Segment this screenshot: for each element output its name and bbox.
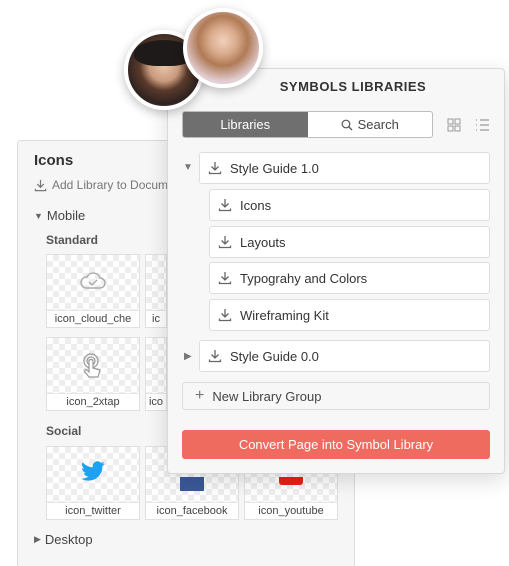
section-mobile[interactable]: ▼ Mobile [34,208,85,223]
caret-down-icon: ▼ [34,210,43,221]
download-icon [218,236,232,249]
new-library-group-button[interactable]: + New Library Group [182,382,490,410]
tab-libraries-label: Libraries [220,117,271,132]
cloud-check-icon [47,269,139,298]
section-mobile-label: Mobile [46,208,86,223]
sub-head-social: Social [46,424,82,438]
twitter-icon [47,461,139,488]
section-desktop-label: Desktop [44,532,93,547]
new-group-label: New Library Group [212,388,322,404]
library-item[interactable]: Wireframing Kit [209,299,490,331]
download-icon [34,179,47,191]
download-icon [208,350,222,363]
library-item-label: Typograhy and Colors [240,270,368,286]
symbol-tile[interactable]: ic [145,254,167,328]
library-group-row[interactable]: Style Guide 0.0 [199,340,490,372]
tile-label: icon_youtube [245,502,337,519]
symbol-tile[interactable]: ico [145,337,167,411]
view-tabs: Libraries Search [182,111,433,138]
add-library-label: Add Library to Docum [52,178,169,192]
app-stage: Icons Add Library to Docum ▼ Mobile Stan… [0,0,509,566]
list-view-icon[interactable] [475,118,490,137]
symbol-tile[interactable]: icon_twitter [46,446,140,520]
sub-head-standard: Standard [46,233,99,247]
caret-right-icon[interactable]: ▶ [184,351,192,362]
caret-right-icon: ▶ [34,534,41,544]
download-icon [218,272,232,285]
library-group-label: Style Guide 1.0 [230,160,319,176]
library-group-label: Style Guide 0.0 [230,348,319,364]
symbols-libraries-panel: SYMBOLS LIBRARIES Libraries Search ▼ Sty… [167,68,505,474]
convert-page-button[interactable]: Convert Page into Symbol Library [182,430,490,459]
symbol-tile[interactable]: icon_cloud_che [46,254,140,328]
section-desktop[interactable]: ▶ Desktop [34,532,93,547]
tile-label: icon_twitter [47,502,139,519]
library-item[interactable]: Layouts [209,226,490,258]
tab-search[interactable]: Search [308,112,433,137]
tile-label: icon_2xtap [47,393,139,410]
library-item-label: Layouts [240,234,286,250]
search-icon [341,119,353,130]
library-item-label: Icons [240,197,272,213]
download-icon [218,199,232,212]
double-tap-icon [47,352,139,387]
avatar [183,8,263,88]
panel-title: Icons [34,152,74,169]
youtube-icon [245,477,337,485]
add-library-link[interactable]: Add Library to Docum [34,178,168,192]
grid-view-icon[interactable] [447,118,461,137]
library-group-row[interactable]: Style Guide 1.0 [199,152,490,184]
library-item[interactable]: Typograhy and Colors [209,262,490,294]
tile-label: ic [146,310,166,327]
download-icon [218,309,232,322]
tab-libraries[interactable]: Libraries [183,112,308,137]
tile-label: icon_cloud_che [47,310,139,327]
tile-label: icon_facebook [146,502,238,519]
symbol-tile[interactable]: icon_2xtap [46,337,140,411]
caret-down-icon[interactable]: ▼ [183,162,193,173]
library-item[interactable]: Icons [209,189,490,221]
download-icon [208,162,222,175]
library-item-label: Wireframing Kit [240,307,329,323]
facebook-icon [146,477,238,491]
tile-label: ico [146,393,166,410]
plus-icon: + [195,387,205,404]
tab-search-label: Search [357,117,399,132]
